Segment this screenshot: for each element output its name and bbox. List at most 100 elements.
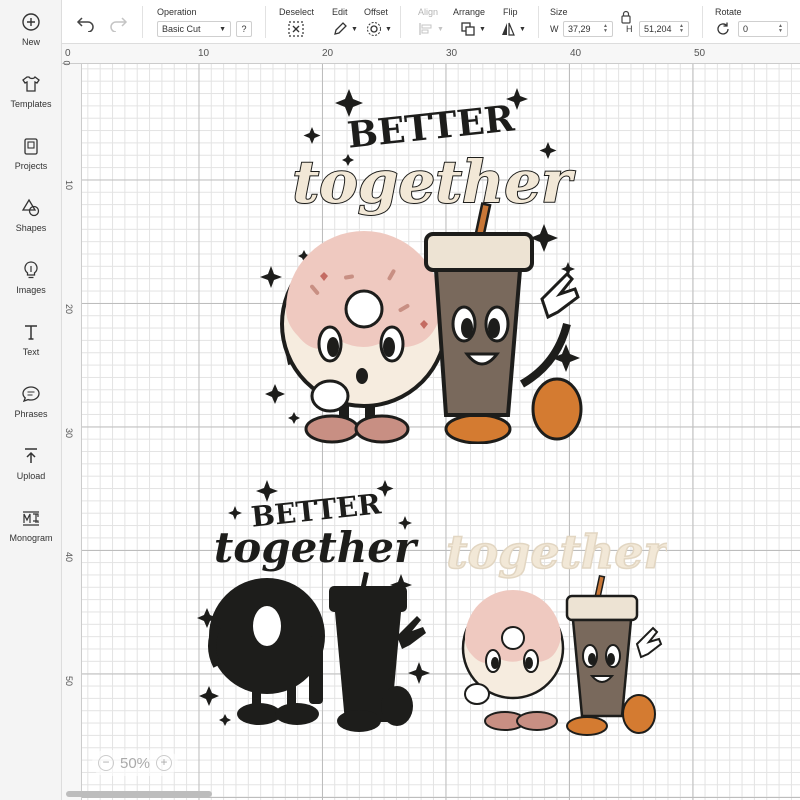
redo-button[interactable] — [108, 14, 128, 32]
speech-bubble-icon — [22, 386, 40, 403]
stepper-icon: ▲ ▼ — [778, 23, 783, 34]
app-window: New Templates Projects Shapes Images Tex… — [0, 0, 800, 800]
left-sidebar: New Templates Projects Shapes Images Tex… — [0, 0, 62, 800]
ruler-label: 30 — [64, 427, 75, 439]
deselect-button[interactable] — [287, 20, 305, 38]
sidebar-item-phrases[interactable]: Phrases — [0, 382, 62, 440]
ruler-label: 10 — [64, 179, 75, 191]
upload-icon — [25, 448, 37, 463]
sidebar-item-label: Monogram — [9, 533, 53, 543]
arrange-icon — [461, 22, 475, 36]
height-value: 51,204 — [644, 24, 672, 34]
sidebar-item-upload[interactable]: Upload — [0, 444, 62, 502]
chevron-down-icon: ▼ — [437, 25, 444, 33]
ruler-label: 0 — [61, 60, 72, 66]
horizontal-scrollbar[interactable] — [66, 791, 212, 797]
arrange-button[interactable]: ▼ — [460, 20, 486, 38]
monogram-icon — [23, 511, 39, 526]
offset-title: Offset — [364, 7, 388, 17]
small-coffee-cup-character — [565, 574, 663, 736]
sidebar-item-projects[interactable]: Projects — [0, 134, 62, 192]
sidebar-item-shapes[interactable]: Shapes — [0, 196, 62, 254]
sidebar-item-monogram[interactable]: Monogram — [0, 506, 62, 564]
offset-icon — [367, 22, 381, 36]
coffee-cup-character — [424, 202, 583, 444]
operation-select[interactable]: Basic Cut ▼ — [157, 21, 231, 37]
zoom-level: 50% — [120, 754, 151, 772]
deselect-title: Deselect — [279, 7, 315, 17]
toolbar-divider — [142, 6, 143, 38]
align-button[interactable]: ▼ — [418, 20, 444, 38]
flip-button[interactable]: ▼ — [500, 20, 526, 38]
height-label: H — [626, 24, 633, 34]
sidebar-item-label: Text — [22, 347, 40, 357]
arrange-title: Arrange — [453, 7, 486, 17]
ruler-label: 0 — [65, 48, 71, 59]
ruler-label: 10 — [198, 48, 210, 59]
rotate-icon — [717, 22, 729, 35]
toolbar-divider — [702, 6, 703, 38]
silhouette-characters — [208, 571, 426, 732]
lock-icon — [621, 10, 631, 24]
width-input[interactable]: 37,29 ▲ ▼ — [563, 21, 613, 37]
edit-title: Edit — [332, 7, 348, 17]
chevron-down-icon: ▼ — [519, 25, 526, 33]
ruler-label: 20 — [322, 48, 334, 59]
undo-button[interactable] — [76, 14, 96, 32]
projects-icon — [24, 138, 38, 155]
plus-circle-icon — [22, 13, 40, 31]
toolbar-divider — [265, 6, 266, 38]
ruler-label: 50 — [64, 675, 75, 687]
top-ruler: 0 10 20 30 40 50 — [62, 44, 800, 64]
edit-button[interactable]: ▼ — [332, 20, 358, 38]
ruler-label: 50 — [694, 48, 706, 59]
rotate-value: 0 — [743, 24, 749, 34]
size-title: Size — [550, 7, 568, 17]
silhouette-design-image[interactable]: BETTER together — [197, 476, 437, 746]
small-design-image[interactable]: together — [447, 516, 667, 746]
undo-icon — [76, 17, 94, 32]
donut-character — [280, 231, 448, 444]
rotate-input[interactable]: 0 ▲ ▼ — [738, 21, 788, 37]
sidebar-item-templates[interactable]: Templates — [0, 72, 62, 130]
sidebar-item-text[interactable]: Text — [0, 320, 62, 378]
flip-title: Flip — [503, 7, 518, 17]
offset-button[interactable]: ▼ — [366, 20, 392, 38]
operation-value: Basic Cut — [162, 24, 201, 34]
sidebar-item-label: Phrases — [14, 409, 48, 419]
ruler-label: 20 — [64, 303, 75, 315]
zoom-in-button[interactable]: + — [156, 755, 173, 771]
align-title: Align — [418, 7, 439, 17]
pencil-icon — [334, 22, 347, 35]
toolbar-divider — [400, 6, 401, 38]
align-icon — [419, 23, 432, 35]
rotate-icon-button[interactable] — [715, 20, 731, 38]
operation-help-button[interactable]: ? — [236, 21, 252, 37]
ruler-label: 40 — [64, 551, 75, 563]
width-value: 37,29 — [568, 24, 591, 34]
zoom-control: − 50% + — [92, 750, 179, 776]
deselect-icon — [288, 21, 304, 37]
small-donut-character — [461, 590, 565, 731]
top-toolbar: Operation Basic Cut ▼ ? Deselect Edit ▼ … — [62, 0, 800, 44]
left-ruler: 0 10 20 30 40 50 — [62, 60, 82, 800]
stepper-icon: ▲ ▼ — [603, 23, 608, 34]
sidebar-item-new[interactable]: New — [0, 10, 62, 68]
chevron-down-icon: ▼ — [479, 25, 486, 33]
donut-hole — [253, 606, 281, 646]
design-canvas[interactable]: BETTER together BETTER together together — [82, 64, 800, 800]
sidebar-item-images[interactable]: Images — [0, 258, 62, 316]
chevron-down-icon: ▼ — [385, 25, 392, 33]
zoom-out-button[interactable]: − — [98, 755, 114, 771]
chevron-down-icon: ▼ — [351, 25, 358, 33]
width-label: W — [550, 24, 559, 34]
small-design-title: together — [447, 525, 667, 579]
chevron-down-icon: ▼ — [219, 25, 226, 33]
main-design-image[interactable]: BETTER together — [252, 84, 592, 444]
ruler-label: 30 — [446, 48, 458, 59]
silhouette-title-bottom: together — [214, 523, 419, 572]
sidebar-item-label: Shapes — [15, 223, 47, 233]
height-input[interactable]: 51,204 ▲ ▼ — [639, 21, 689, 37]
tshirt-icon — [22, 76, 40, 92]
text-icon — [25, 325, 37, 340]
